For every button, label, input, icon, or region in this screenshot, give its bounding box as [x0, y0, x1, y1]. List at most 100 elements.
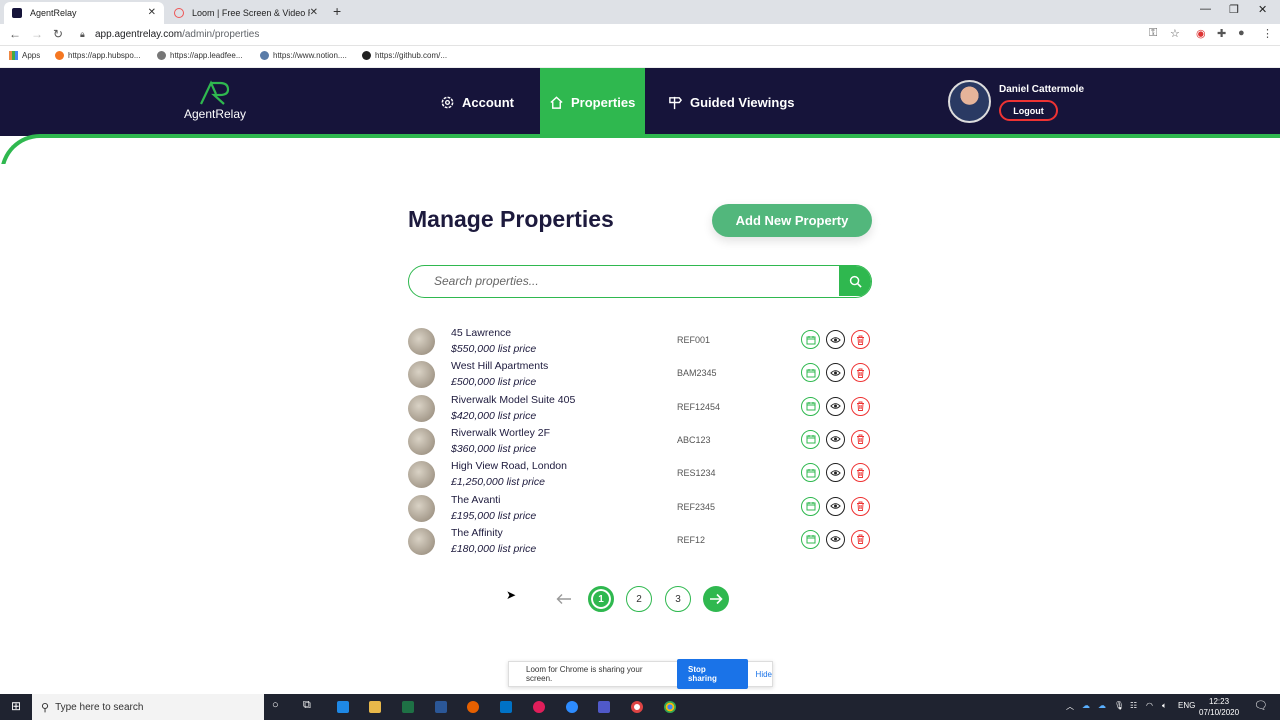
agentrelay-logo[interactable]: AgentRelay	[180, 80, 250, 121]
close-tab-icon[interactable]: ✕	[310, 7, 318, 18]
bookmark-github[interactable]: https://github.com/...	[362, 51, 447, 60]
property-thumbnail[interactable]	[408, 328, 435, 355]
search-input[interactable]	[409, 266, 839, 296]
puzzle-icon[interactable]: ✚	[1217, 27, 1226, 40]
schedule-viewing-button[interactable]	[801, 496, 820, 516]
delete-property-button[interactable]	[851, 396, 870, 416]
bookmark-notion[interactable]: https://www.notion....	[260, 51, 347, 60]
add-new-property-button[interactable]: Add New Property	[712, 204, 872, 237]
outlook-icon[interactable]	[500, 701, 512, 713]
view-property-button[interactable]	[826, 429, 845, 449]
language-indicator[interactable]: ENG	[1178, 701, 1195, 710]
lock-icon[interactable]: 🔒︎	[80, 29, 85, 40]
back-icon[interactable]: ←	[9, 27, 21, 41]
property-name[interactable]: Riverwalk Wortley 2F	[451, 427, 550, 439]
hide-button[interactable]: Hide	[756, 670, 772, 679]
loom-extension-icon[interactable]: ◉	[1196, 27, 1206, 40]
search-button[interactable]	[839, 266, 871, 296]
property-thumbnail[interactable]	[408, 494, 435, 522]
stop-sharing-button[interactable]: Stop sharing	[676, 659, 748, 689]
property-name[interactable]: Riverwalk Model Suite 405	[451, 394, 575, 406]
schedule-viewing-button[interactable]	[801, 463, 820, 483]
avatar[interactable]	[948, 80, 991, 123]
menu-icon[interactable]: ⋮	[1262, 27, 1273, 40]
reload-icon[interactable]: ↻	[53, 27, 63, 41]
word-icon[interactable]	[435, 701, 447, 713]
delete-property-button[interactable]	[851, 529, 870, 549]
slack-icon[interactable]	[533, 701, 545, 713]
delete-property-button[interactable]	[851, 363, 870, 383]
key-icon[interactable]: ⚿	[1149, 27, 1157, 40]
view-property-button[interactable]	[826, 330, 845, 349]
view-property-button[interactable]	[826, 529, 845, 549]
microphone-icon[interactable]: 🎙︎	[1114, 701, 1124, 710]
property-thumbnail[interactable]	[408, 394, 435, 422]
logout-button[interactable]: Logout	[999, 100, 1058, 121]
onedrive-icon[interactable]: ☁	[1082, 701, 1090, 710]
new-tab-icon[interactable]: +	[333, 3, 341, 19]
property-thumbnail[interactable]	[408, 427, 435, 455]
tab-loom[interactable]: Loom | Free Screen & Video Rec... ✕	[166, 2, 326, 24]
taskbar-clock[interactable]: 12:23 07/10/2020	[1199, 696, 1239, 718]
delete-property-button[interactable]	[851, 463, 870, 483]
schedule-viewing-button[interactable]	[801, 396, 820, 416]
excel-icon[interactable]	[402, 701, 414, 713]
page-3-button[interactable]: 3	[665, 586, 691, 612]
network-icon[interactable]: ☷	[1130, 701, 1137, 710]
schedule-viewing-button[interactable]	[801, 429, 820, 449]
bookmark-leadfeeder[interactable]: https://app.leadfee...	[157, 51, 243, 60]
view-property-button[interactable]	[826, 463, 845, 483]
close-window-icon[interactable]: ✕	[1258, 3, 1267, 16]
wifi-icon[interactable]: ◠	[1146, 701, 1153, 710]
property-name[interactable]: High View Road, London	[451, 460, 567, 472]
url-field[interactable]: app.agentrelay.com/admin/properties	[95, 29, 259, 40]
property-thumbnail[interactable]	[408, 361, 435, 389]
restore-icon[interactable]: ❐	[1229, 3, 1239, 16]
property-name[interactable]: The Affinity	[451, 527, 503, 539]
tab-agentrelay[interactable]: AgentRelay ✕	[4, 2, 164, 24]
prev-page-button[interactable]	[551, 586, 577, 612]
file-explorer-icon[interactable]	[369, 701, 381, 713]
profile-icon[interactable]: ●	[1238, 27, 1245, 39]
star-icon[interactable]: ☆	[1170, 27, 1180, 40]
firefox-icon[interactable]	[467, 701, 479, 713]
app-icon[interactable]	[631, 701, 643, 713]
taskbar-search[interactable]: ⚲ Type here to search	[32, 694, 264, 720]
zoom-icon[interactable]	[566, 701, 578, 713]
edge-icon[interactable]	[337, 701, 349, 713]
teams-icon[interactable]	[598, 701, 610, 713]
view-property-button[interactable]	[826, 396, 845, 416]
property-thumbnail[interactable]	[408, 527, 435, 555]
view-property-button[interactable]	[826, 363, 845, 383]
page-1-button[interactable]: 1	[588, 586, 614, 612]
minimize-icon[interactable]: —	[1200, 3, 1211, 15]
nav-guided-viewings[interactable]: Guided Viewings	[668, 68, 795, 136]
property-name[interactable]: 45 Lawrence	[451, 327, 511, 339]
nav-properties[interactable]: Properties	[540, 68, 645, 136]
cortana-icon[interactable]: ○	[272, 699, 279, 711]
page-2-button[interactable]: 2	[626, 586, 652, 612]
nav-account[interactable]: Account	[440, 68, 514, 136]
property-name[interactable]: West Hill Apartments	[451, 360, 548, 372]
delete-property-button[interactable]	[851, 496, 870, 516]
next-page-button[interactable]	[703, 586, 729, 612]
onedrive-business-icon[interactable]: ☁	[1098, 701, 1106, 710]
volume-icon[interactable]: 🔈︎	[1162, 701, 1167, 711]
bookmark-hubspot[interactable]: https://app.hubspo...	[55, 51, 141, 60]
tray-chevron-icon[interactable]: ︿	[1066, 701, 1074, 712]
delete-property-button[interactable]	[851, 330, 870, 349]
close-tab-icon[interactable]: ✕	[148, 7, 156, 18]
delete-property-button[interactable]	[851, 429, 870, 449]
schedule-viewing-button[interactable]	[801, 363, 820, 383]
view-property-button[interactable]	[826, 496, 845, 516]
property-thumbnail[interactable]	[408, 461, 435, 489]
schedule-viewing-button[interactable]	[801, 330, 820, 349]
task-view-icon[interactable]: ⧉	[303, 699, 311, 712]
bookmark-apps[interactable]: Apps	[9, 51, 40, 60]
schedule-viewing-button[interactable]	[801, 529, 820, 549]
property-name[interactable]: The Avanti	[451, 494, 500, 506]
notifications-icon[interactable]: 🗨︎	[1254, 699, 1268, 712]
forward-icon[interactable]: →	[31, 27, 43, 41]
windows-start-icon[interactable]: ⊞	[11, 699, 21, 713]
chrome-icon[interactable]	[664, 701, 676, 713]
